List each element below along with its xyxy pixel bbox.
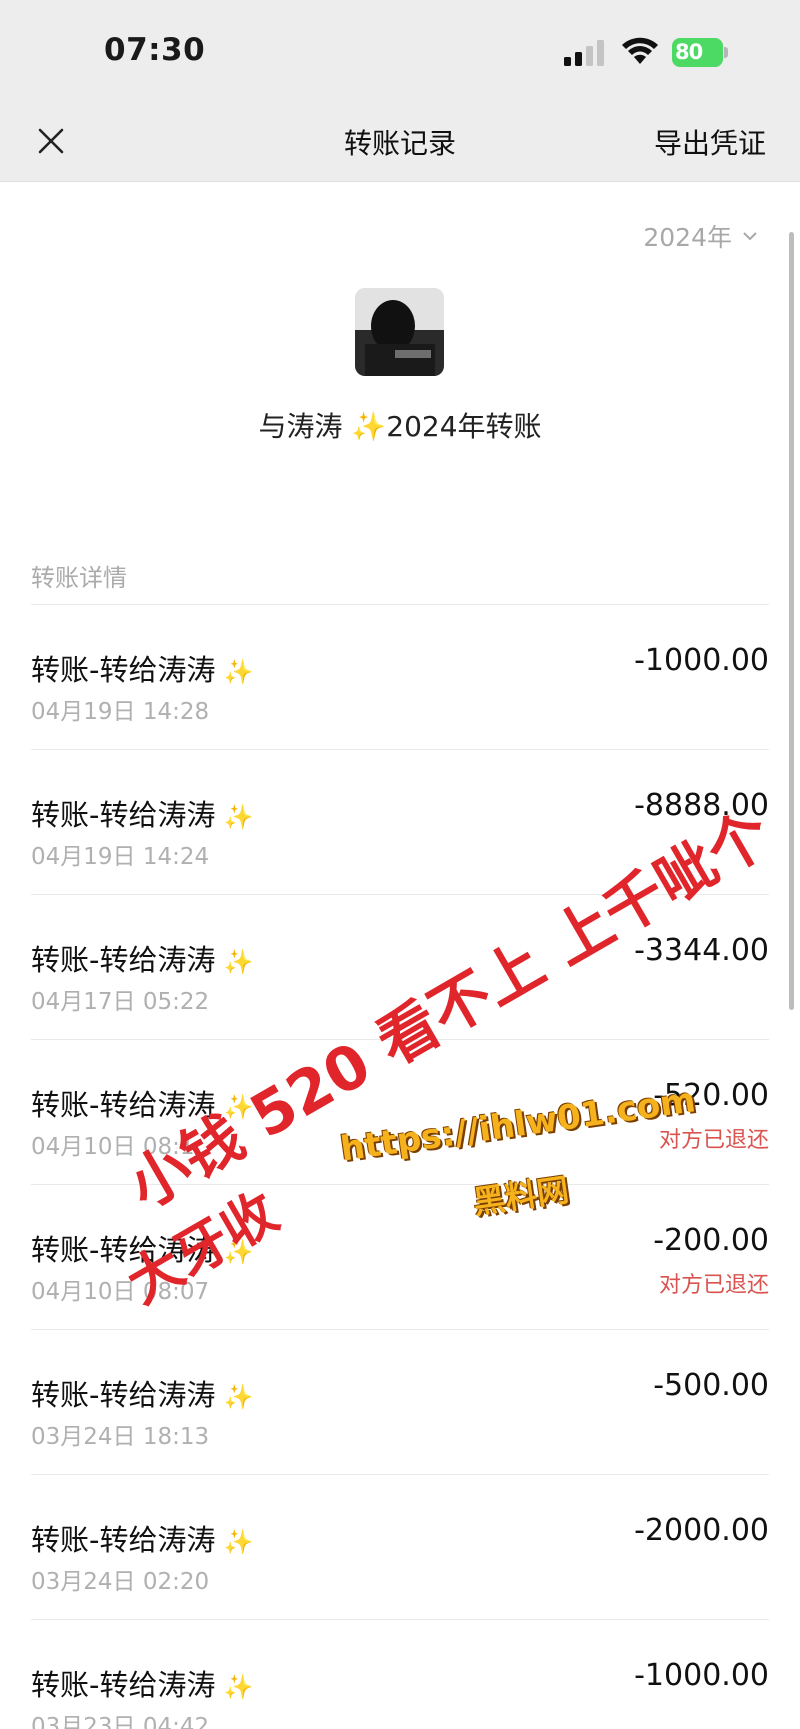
export-voucher-button[interactable]: 导出凭证 <box>654 122 766 162</box>
transaction-row[interactable]: 转账-转给涛涛 ✨ 04月19日 14:24 -8888.00 <box>31 750 769 895</box>
transaction-row[interactable]: 转账-转给涛涛 ✨ 03月24日 18:13 -500.00 <box>31 1330 769 1475</box>
summary-title: 与涛涛 ✨2024年转账 <box>258 410 542 443</box>
transaction-title: 转账-转给涛涛 ✨ <box>31 1523 254 1557</box>
transaction-title: 转账-转给涛涛 ✨ <box>31 1088 254 1122</box>
avatar-photo-icon <box>355 288 444 376</box>
wifi-icon <box>622 37 658 64</box>
transaction-date: 03月24日 18:13 <box>31 1424 210 1450</box>
transaction-date: 04月19日 14:28 <box>31 699 210 725</box>
transaction-row[interactable]: 转账-转给涛涛 ✨ 04月19日 14:28 -1000.00 <box>31 605 769 750</box>
battery-level: 80 <box>675 40 703 64</box>
battery-tip <box>724 47 728 58</box>
transaction-row[interactable]: 转账-转给涛涛 ✨ 04月10日 08:07 -200.00 对方已退还 <box>31 1185 769 1330</box>
transaction-row[interactable]: 转账-转给涛涛 ✨ 04月17日 05:22 -3344.00 <box>31 895 769 1040</box>
transaction-title: 转账-转给涛涛 ✨ <box>31 1233 254 1267</box>
transaction-title: 转账-转给涛涛 ✨ <box>31 943 254 977</box>
transaction-date: 03月24日 02:20 <box>31 1569 210 1595</box>
battery-indicator: 80 <box>672 38 728 67</box>
sparkles-icon: ✨ <box>223 1673 254 1701</box>
transaction-row[interactable]: 转账-转给涛涛 ✨ 03月23日 04:42 -1000.00 <box>31 1620 769 1729</box>
transaction-date: 04月19日 14:24 <box>31 844 210 870</box>
status-time: 07:30 <box>104 32 206 68</box>
year-filter-dropdown[interactable]: 2024年 <box>643 218 758 254</box>
transaction-amount: -1000.00 <box>634 1658 769 1693</box>
transaction-amount: -8888.00 <box>634 788 769 823</box>
avatar <box>355 288 444 376</box>
transaction-date: 03月23日 04:42 <box>31 1714 210 1729</box>
transaction-row[interactable]: 转账-转给涛涛 ✨ 04月10日 08:1 -520.00 对方已退还 <box>31 1040 769 1185</box>
sparkles-icon: ✨ <box>223 1383 254 1411</box>
transaction-amount: -500.00 <box>653 1368 769 1403</box>
nav-bar: 转账记录 导出凭证 <box>0 112 800 182</box>
transaction-title: 转账-转给涛涛 ✨ <box>31 798 254 832</box>
transaction-amount: -200.00 <box>653 1223 769 1258</box>
transaction-amount: -2000.00 <box>634 1513 769 1548</box>
chevron-down-icon <box>743 232 757 241</box>
transaction-status: 对方已退还 <box>658 1128 769 1153</box>
transaction-date: 04月17日 05:22 <box>31 989 210 1015</box>
sparkles-icon: ✨ <box>223 658 254 686</box>
transaction-amount: -520.00 <box>653 1078 769 1113</box>
battery-body: 80 <box>672 38 723 67</box>
transaction-amount: -1000.00 <box>634 643 769 678</box>
status-bar: 07:30 80 <box>0 0 800 112</box>
signal-bars-icon <box>564 40 604 66</box>
transaction-title: 转账-转给涛涛 ✨ <box>31 1378 254 1412</box>
sparkles-icon: ✨ <box>223 1238 254 1266</box>
transaction-amount: -3344.00 <box>634 933 769 968</box>
transaction-list: 转账-转给涛涛 ✨ 04月19日 14:28 -1000.00 转账-转给涛涛 ✨ … <box>0 605 800 1729</box>
sparkles-icon: ✨ <box>223 1093 254 1121</box>
year-filter-label: 2024年 <box>643 223 732 252</box>
transaction-date: 04月10日 08:07 <box>31 1279 210 1305</box>
sparkles-icon: ✨ <box>223 948 254 976</box>
sparkles-icon: ✨ <box>223 1528 254 1556</box>
transaction-title: 转账-转给涛涛 ✨ <box>31 653 254 687</box>
sparkles-icon: ✨ <box>223 803 254 831</box>
section-label: 转账详情 <box>31 564 127 592</box>
transaction-title: 转账-转给涛涛 ✨ <box>31 1668 254 1702</box>
transaction-row[interactable]: 转账-转给涛涛 ✨ 03月24日 02:20 -2000.00 <box>31 1475 769 1620</box>
transaction-status: 对方已退还 <box>658 1273 769 1298</box>
transaction-date: 04月10日 08:1 <box>31 1134 195 1160</box>
